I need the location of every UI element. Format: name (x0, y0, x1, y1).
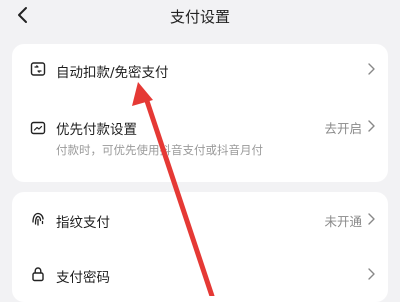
header-bar: 支付设置 (0, 0, 400, 30)
priority-payment-description: 付款时，可优先使用抖音支付或抖音月付 (56, 143, 263, 157)
payment-password-row[interactable]: 支付密码 (12, 254, 388, 302)
lock-icon (30, 266, 46, 282)
priority-payment-row[interactable]: 优先付款设置 付款时，可优先使用抖音支付或抖音月付 去开启 (12, 108, 388, 172)
fingerprint-payment-status: 未开通 (324, 214, 362, 229)
chevron-right-icon (366, 212, 376, 226)
auto-deduct-label: 自动扣款/免密支付 (56, 65, 169, 81)
chevron-right-icon (366, 62, 376, 76)
fingerprint-payment-label: 指纹支付 (56, 215, 110, 231)
security-options-card: 指纹支付 未开通 支付密码 (12, 192, 388, 302)
priority-payment-icon (30, 120, 46, 136)
priority-payment-status: 去开启 (324, 121, 362, 136)
auto-deduct-row[interactable]: 自动扣款/免密支付 (12, 44, 388, 94)
priority-payment-label: 优先付款设置 (56, 122, 137, 138)
chevron-right-icon (366, 119, 376, 133)
page-title: 支付设置 (169, 8, 230, 26)
auto-deduct-icon (30, 61, 46, 77)
payment-password-label: 支付密码 (56, 270, 110, 286)
chevron-right-icon (366, 267, 376, 281)
fingerprint-icon (30, 211, 46, 227)
payment-options-card: 自动扣款/免密支付 优先付款设置 付款时，可优先使用抖音支付或抖音月付 去开启 (12, 44, 388, 182)
fingerprint-payment-row[interactable]: 指纹支付 未开通 (12, 192, 388, 244)
